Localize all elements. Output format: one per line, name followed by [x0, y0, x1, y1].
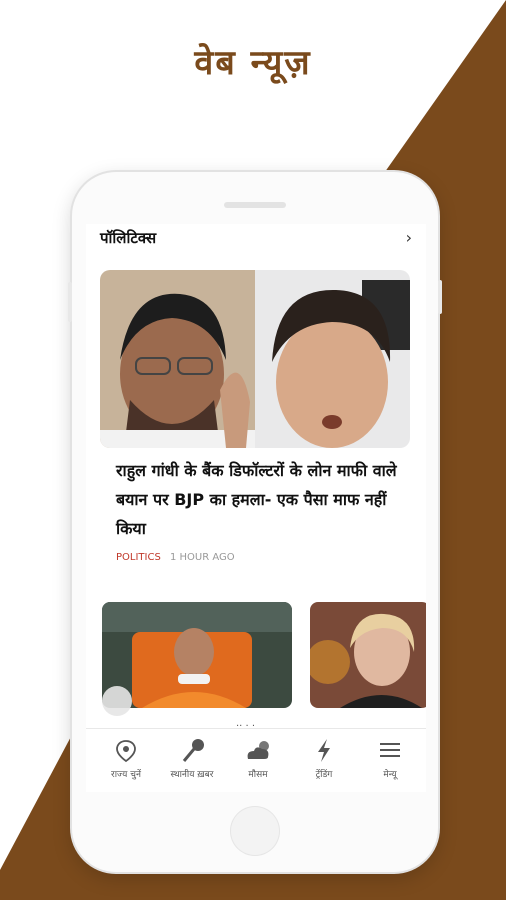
weather-icon [247, 741, 269, 759]
phone-frame: पॉलिटिक्स › राहुल गांधी के बैंक डिफॉल्टर… [68, 172, 442, 872]
nav-item-menu[interactable]: मेन्यू [356, 737, 424, 780]
drag-handle[interactable] [102, 686, 132, 716]
hero-meta: POLITICS 1 HOUR AGO [116, 552, 235, 563]
category-label[interactable]: POLITICS [116, 552, 161, 563]
phone-speaker [224, 202, 286, 208]
microphone-icon [182, 739, 204, 762]
phone-power-button [438, 280, 442, 314]
menu-icon [380, 743, 400, 757]
promo-title: वेब न्यूज़ [194, 43, 312, 83]
nav-item-local-news[interactable]: स्थानीय ख़बर [158, 737, 226, 780]
nav-item-weather[interactable]: मौसम [224, 737, 292, 780]
nav-label: मौसम [248, 770, 268, 780]
phone-volume-button [68, 282, 72, 322]
nav-label: ट्रेंडिंग [315, 770, 333, 780]
news-card-image[interactable] [102, 602, 292, 708]
chevron-right-icon[interactable]: › [406, 228, 412, 247]
app-screen: पॉलिटिक्स › राहुल गांधी के बैंक डिफॉल्टर… [86, 224, 426, 792]
lightning-icon [318, 739, 330, 762]
phone-home-button[interactable] [230, 806, 280, 856]
nav-label: राज्य चुनें [111, 770, 141, 780]
timestamp: 1 HOUR AGO [170, 552, 235, 563]
news-card-image[interactable] [310, 602, 426, 708]
section-title: पॉलिटिक्स [100, 229, 157, 247]
nav-item-trending[interactable]: ट्रेंडिंग [290, 737, 358, 780]
hero-headline[interactable]: राहुल गांधी के बैंक डिफॉल्टरों के लोन मा… [116, 456, 406, 543]
section-header[interactable]: पॉलिटिक्स › [86, 224, 426, 258]
nav-label: मेन्यू [383, 770, 397, 780]
bottom-navigation: राज्य चुनें स्थानीय ख़बर मौसम ट्रेंडिंग … [86, 728, 426, 792]
nav-label: स्थानीय ख़बर [170, 770, 214, 780]
location-pin-icon [116, 740, 136, 763]
hero-image[interactable] [100, 270, 410, 448]
nav-item-state[interactable]: राज्य चुनें [92, 737, 160, 780]
